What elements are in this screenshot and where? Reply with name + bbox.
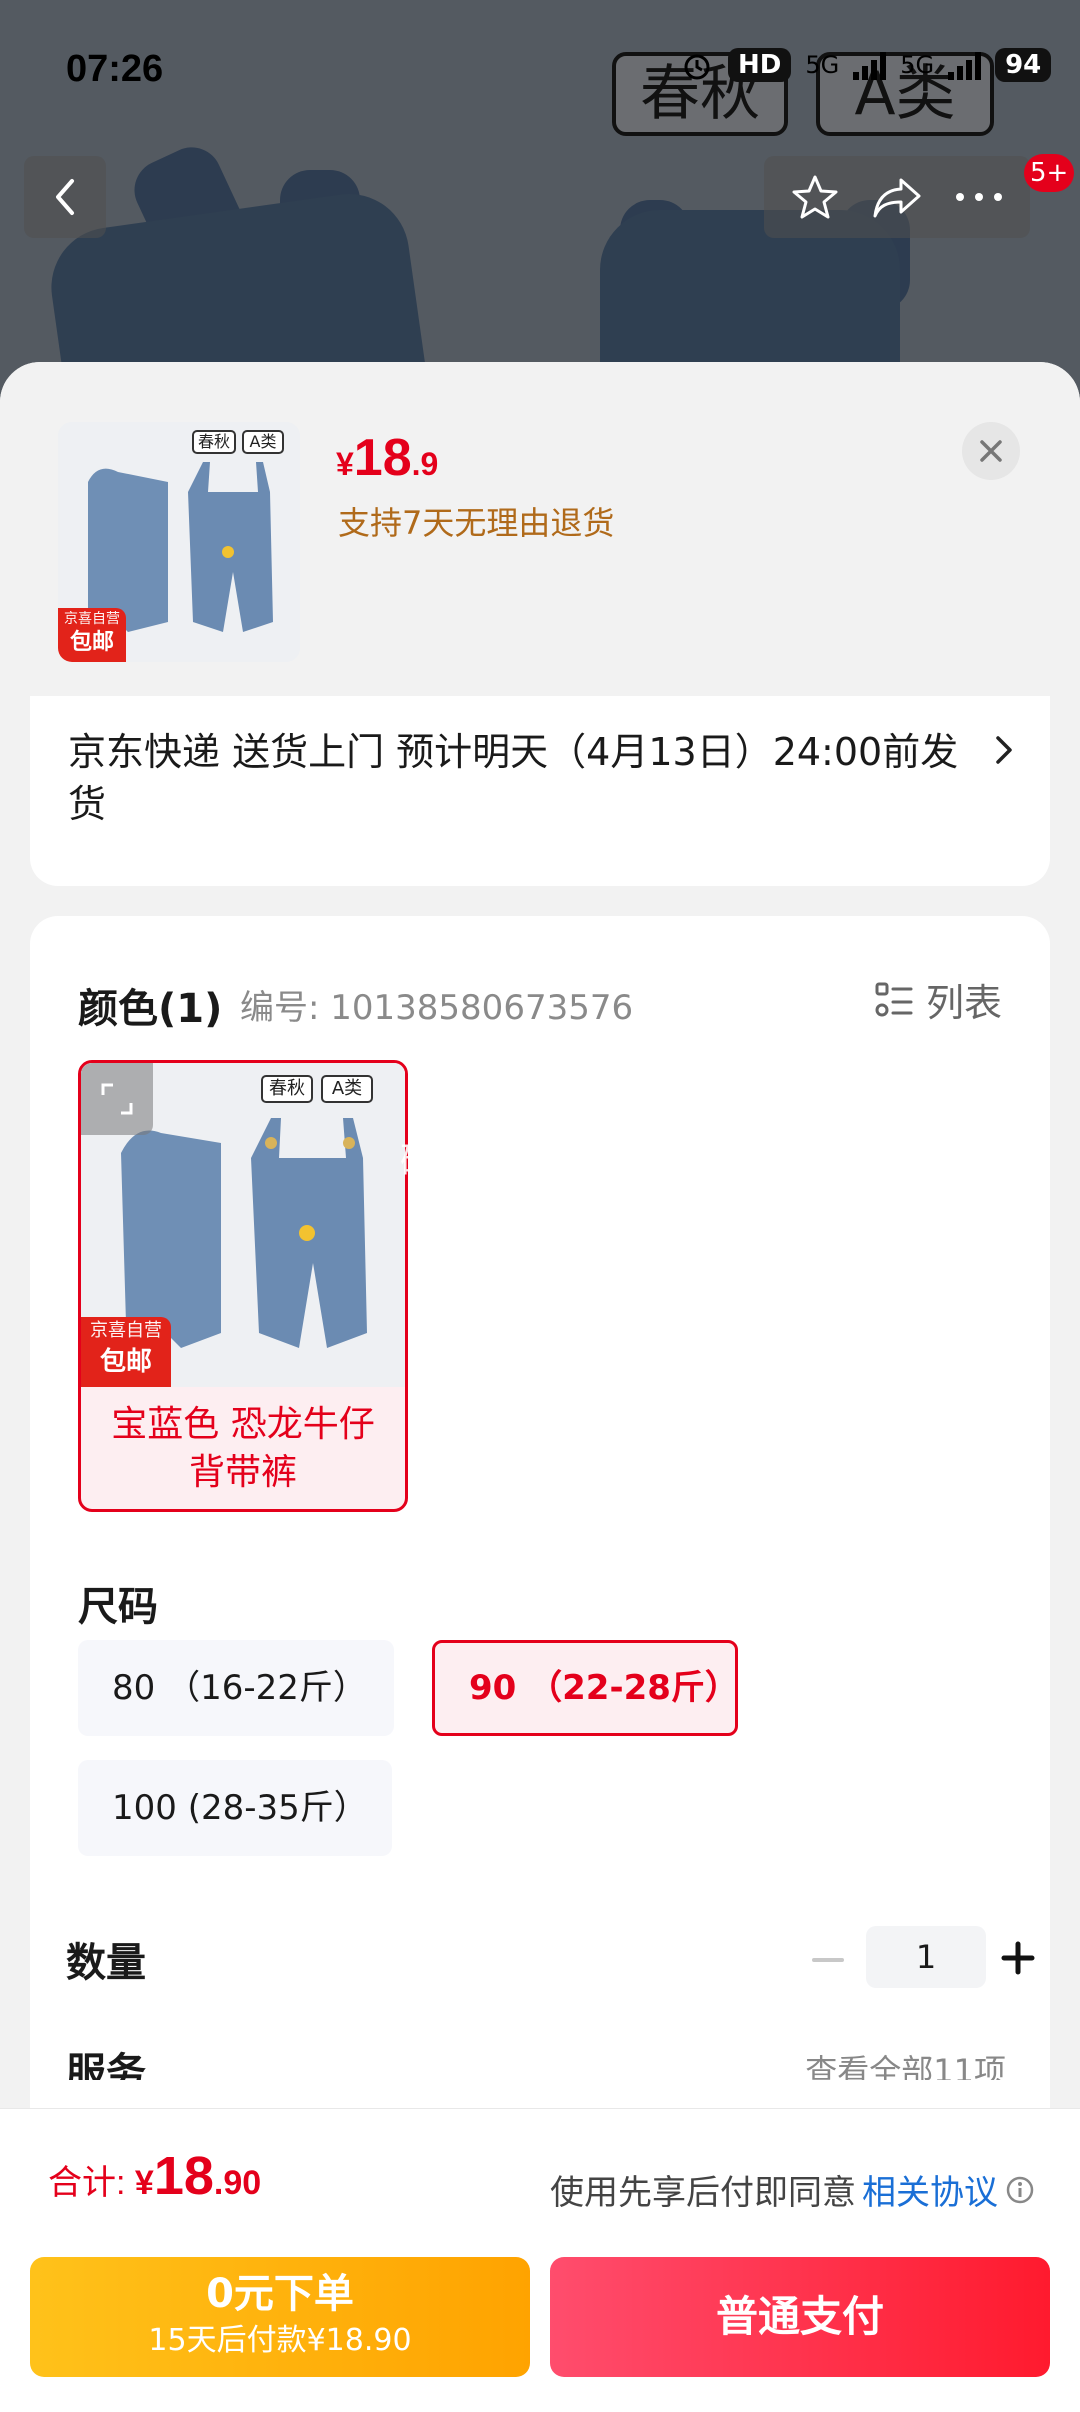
- star-icon[interactable]: [790, 172, 840, 222]
- variant-free-shipping-badge: 京喜自营 包邮: [81, 1317, 171, 1387]
- alarm-icon: [684, 54, 710, 80]
- sku-selection-sheet: 春秋 A类 京喜自营 包邮 ¥18.9 支持7天无理由退货 京东快递 送货上门 …: [0, 362, 1080, 2412]
- list-toggle-label: 列表: [925, 981, 1002, 1025]
- sheet-header: 春秋 A类 京喜自营 包邮 ¥18.9 支持7天无理由退货: [0, 362, 1080, 702]
- hd-indicator: HD: [728, 48, 792, 82]
- network-label-1: 5G: [805, 51, 840, 79]
- size-section-title: 尺码: [78, 1584, 158, 1630]
- service-title: 服务: [66, 2050, 146, 2080]
- quantity-decrease-button[interactable]: [806, 1938, 850, 1982]
- total-decimal: .90: [213, 2164, 262, 2202]
- expand-image-button[interactable]: [81, 1063, 153, 1135]
- variant-badge-line-2: 包邮: [99, 1347, 152, 1377]
- signal-icon-2: [948, 50, 982, 80]
- bnpl-subtitle: 15天后付款¥18.90: [148, 2323, 412, 2358]
- badge-line-2: 包邮: [69, 630, 114, 655]
- color-section-title: 颜色(1): [78, 986, 223, 1032]
- network-label-2: 5G: [900, 51, 935, 79]
- sku-code: 编号: 10138580673576: [240, 988, 634, 1028]
- battery-icon: 94: [995, 48, 1052, 82]
- share-icon[interactable]: [871, 174, 923, 220]
- bnpl-title: 0元下单: [206, 2271, 354, 2317]
- agreement-note: 使用先享后付即同意 相关协议: [550, 2165, 1036, 2214]
- watermark-text: 砥砺前行88: [400, 1141, 590, 1182]
- agreement-text: 使用先享后付即同意: [550, 2173, 856, 2213]
- checkout-bar: 合计: ¥18.90 使用先享后付即同意 相关协议 0元下单 15天后付款¥18.…: [0, 2108, 1080, 2412]
- variant-tag-season: 春秋: [261, 1075, 313, 1103]
- chevron-right-icon: [996, 736, 1012, 764]
- chevron-left-icon: [56, 179, 74, 215]
- minus-icon: [812, 1958, 844, 1962]
- close-icon: [980, 440, 1002, 462]
- thumb-tag-season: 春秋: [192, 430, 236, 454]
- status-icons: HD 5G 5G 94: [680, 48, 1052, 82]
- product-thumbnail[interactable]: 春秋 A类 京喜自营 包邮: [58, 422, 300, 662]
- shipping-info-card[interactable]: 京东快递 送货上门 预计明天（4月13日）24:00前发货: [30, 696, 1050, 886]
- regular-pay-button[interactable]: 普通支付: [550, 2257, 1050, 2377]
- plus-icon: [1001, 1941, 1035, 1975]
- variant-image: 春秋 A类 京喜自营 包邮: [81, 1063, 405, 1387]
- service-row[interactable]: 服务 查看全部11项: [66, 2040, 1026, 2080]
- total-currency: ¥: [134, 2164, 154, 2202]
- list-icon: [875, 982, 913, 1016]
- quantity-row: 数量 1: [66, 1920, 1035, 2000]
- agreement-link[interactable]: 相关协议: [862, 2165, 998, 2214]
- jd-free-shipping-badge: 京喜自营 包邮: [58, 608, 126, 662]
- info-icon[interactable]: [1004, 2174, 1036, 2206]
- badge-line-1: 京喜自营: [64, 611, 120, 627]
- close-button[interactable]: [962, 422, 1020, 480]
- shipping-text: 京东快递 送货上门 预计明天（4月13日）24:00前发货: [68, 730, 959, 826]
- buy-now-pay-later-button[interactable]: 0元下单 15天后付款¥18.90: [30, 2257, 530, 2377]
- variant-badge-line-1: 京喜自营: [90, 1320, 162, 1341]
- thumb-tag-grade: A类: [242, 430, 284, 454]
- signal-icon: [853, 50, 887, 80]
- product-price: ¥18.9: [336, 428, 438, 488]
- total-integer: 18: [153, 2146, 214, 2206]
- price-currency: ¥: [336, 446, 354, 482]
- cart-count-badge: 5+: [1024, 154, 1075, 192]
- variant-label: 宝蓝色 恐龙牛仔背带裤: [111, 1404, 375, 1493]
- more-icon[interactable]: [954, 191, 1004, 203]
- variant-tag-grade: A类: [321, 1075, 373, 1103]
- color-option-royal-blue[interactable]: 春秋 A类 京喜自营 包邮 宝蓝色 恐龙牛仔背带裤: [78, 1060, 408, 1512]
- status-bar: 07:26 HD 5G 5G 94: [0, 0, 1080, 140]
- quantity-title: 数量: [66, 1940, 146, 1986]
- size-option-80[interactable]: 80 （16-22斤）: [78, 1640, 394, 1736]
- quantity-input[interactable]: 1: [866, 1926, 986, 1988]
- service-value: 查看全部11项: [805, 2052, 1006, 2080]
- size-option-100[interactable]: 100 (28-35斤）: [78, 1760, 392, 1856]
- expand-icon: [101, 1083, 133, 1115]
- top-action-bar: [764, 156, 1030, 238]
- return-policy: 支持7天无理由退货: [338, 504, 615, 542]
- quantity-increase-button[interactable]: [996, 1936, 1040, 1980]
- list-view-toggle[interactable]: 列表: [874, 972, 1002, 1027]
- total-label: 合计:: [48, 2164, 135, 2202]
- status-time: 07:26: [66, 48, 164, 90]
- back-button[interactable]: [24, 156, 106, 238]
- total-price: 合计: ¥18.90: [48, 2145, 261, 2207]
- size-option-90[interactable]: 90 （22-28斤）: [432, 1640, 739, 1736]
- price-integer: 18: [353, 429, 412, 487]
- price-decimal: .9: [411, 446, 439, 482]
